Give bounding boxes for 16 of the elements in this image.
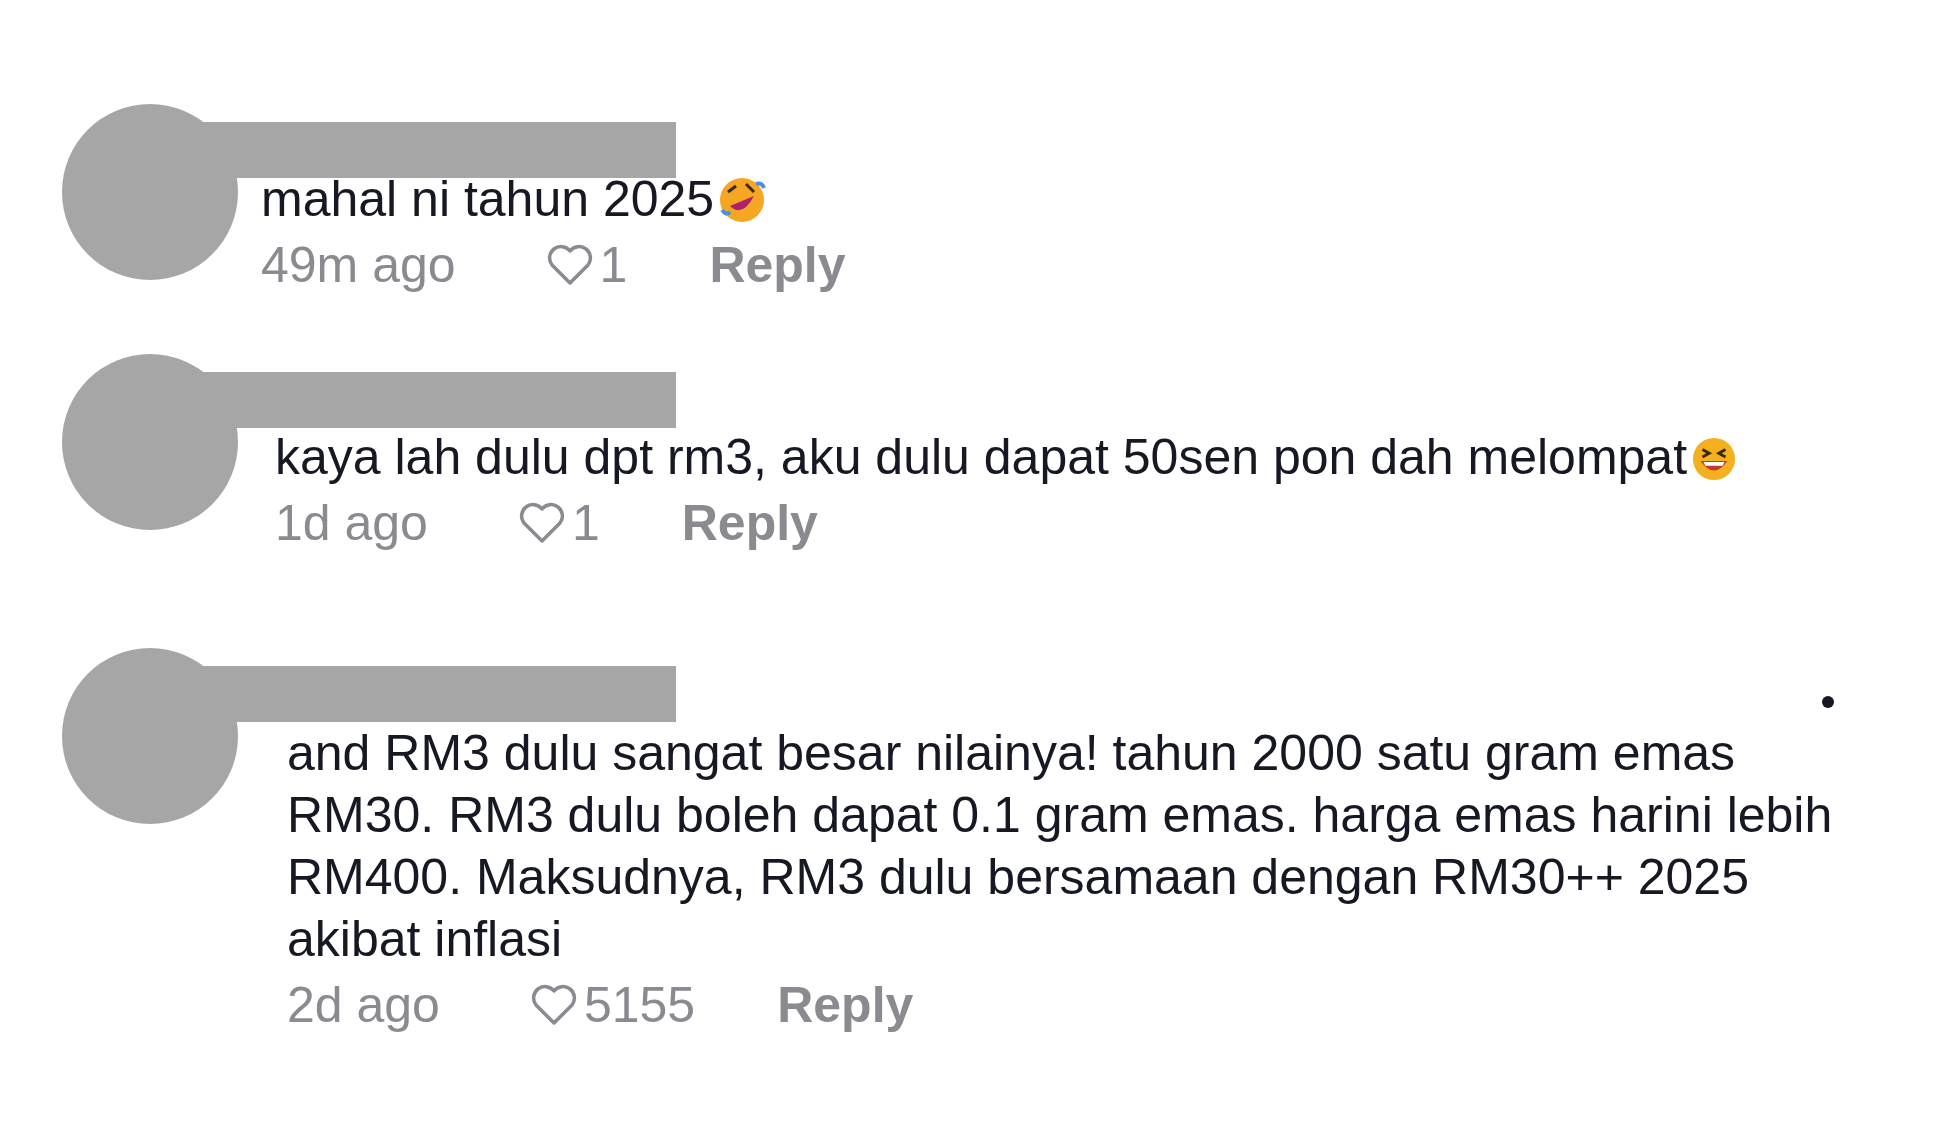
reply-link[interactable]: Reply xyxy=(709,236,846,294)
heart-icon[interactable] xyxy=(517,501,566,545)
comment-text: mahal ni tahun 2025 xyxy=(261,168,1821,230)
like-count: 1 xyxy=(599,236,628,294)
more-dot-icon[interactable] xyxy=(1822,696,1834,708)
reply-link[interactable]: Reply xyxy=(681,494,818,552)
reply-link[interactable]: Reply xyxy=(777,976,914,1034)
comment-text: kaya lah dulu dpt rm3, aku dulu dapat 50sen pon dah melompat xyxy=(275,426,1835,488)
comment-text: and RM3 dulu sangat besar nilainya! tahun 2000 satu gram emas RM30. RM3 dulu boleh dapat 0.1 gram emas. harga emas harini lebih RM400. Maksudnya, RM3 dulu bersamaan dengan RM30++ 2025 akibat inflasi xyxy=(287,724,1834,969)
comment-time: 1d ago xyxy=(275,494,428,552)
heart-icon[interactable] xyxy=(529,983,578,1027)
like-count: 5155 xyxy=(583,976,696,1034)
like-count: 1 xyxy=(571,494,600,552)
comment-time: 49m ago xyxy=(261,236,456,294)
comment-time: 2d ago xyxy=(287,976,440,1034)
heart-icon[interactable] xyxy=(545,243,594,287)
